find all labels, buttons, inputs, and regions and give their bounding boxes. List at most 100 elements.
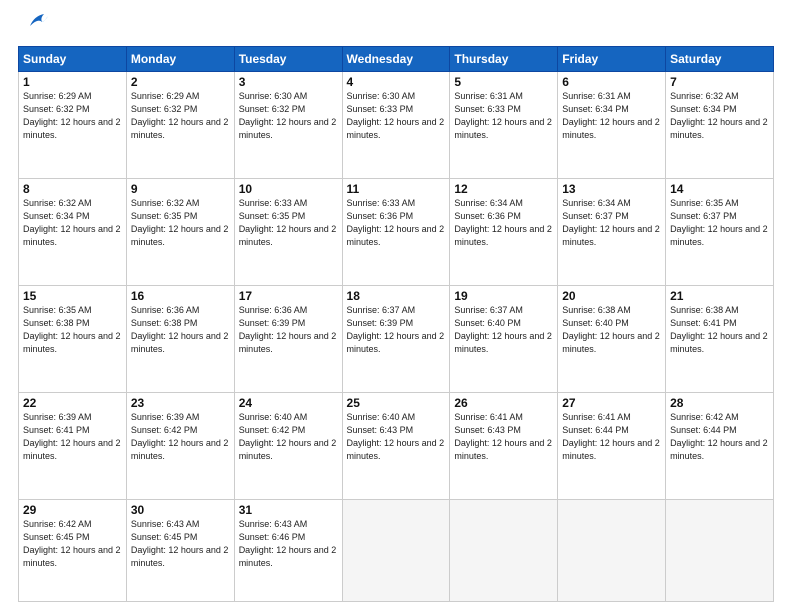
day-number: 23 [131,396,230,410]
table-row: 18 Sunrise: 6:37 AM Sunset: 6:39 PM Dayl… [342,286,450,393]
page: SundayMondayTuesdayWednesdayThursdayFrid… [0,0,792,612]
day-number: 15 [23,289,122,303]
day-number: 26 [454,396,553,410]
col-header-saturday: Saturday [666,47,774,72]
day-number: 21 [670,289,769,303]
day-info: Sunrise: 6:33 AM Sunset: 6:35 PM Dayligh… [239,197,338,249]
day-number: 20 [562,289,661,303]
table-row: 1 Sunrise: 6:29 AM Sunset: 6:32 PM Dayli… [19,72,127,179]
table-row: 26 Sunrise: 6:41 AM Sunset: 6:43 PM Dayl… [450,393,558,500]
day-info: Sunrise: 6:30 AM Sunset: 6:32 PM Dayligh… [239,90,338,142]
table-row: 28 Sunrise: 6:42 AM Sunset: 6:44 PM Dayl… [666,393,774,500]
day-number: 16 [131,289,230,303]
table-row: 27 Sunrise: 6:41 AM Sunset: 6:44 PM Dayl… [558,393,666,500]
day-info: Sunrise: 6:37 AM Sunset: 6:40 PM Dayligh… [454,304,553,356]
day-number: 14 [670,182,769,196]
table-row: 11 Sunrise: 6:33 AM Sunset: 6:36 PM Dayl… [342,179,450,286]
day-number: 12 [454,182,553,196]
table-row: 15 Sunrise: 6:35 AM Sunset: 6:38 PM Dayl… [19,286,127,393]
table-row [558,500,666,602]
calendar-table: SundayMondayTuesdayWednesdayThursdayFrid… [18,46,774,602]
day-info: Sunrise: 6:40 AM Sunset: 6:43 PM Dayligh… [347,411,446,463]
table-row: 3 Sunrise: 6:30 AM Sunset: 6:32 PM Dayli… [234,72,342,179]
day-info: Sunrise: 6:29 AM Sunset: 6:32 PM Dayligh… [131,90,230,142]
day-info: Sunrise: 6:42 AM Sunset: 6:45 PM Dayligh… [23,518,122,570]
day-info: Sunrise: 6:29 AM Sunset: 6:32 PM Dayligh… [23,90,122,142]
col-header-wednesday: Wednesday [342,47,450,72]
table-row: 2 Sunrise: 6:29 AM Sunset: 6:32 PM Dayli… [126,72,234,179]
table-row: 31 Sunrise: 6:43 AM Sunset: 6:46 PM Dayl… [234,500,342,602]
col-header-sunday: Sunday [19,47,127,72]
day-info: Sunrise: 6:41 AM Sunset: 6:44 PM Dayligh… [562,411,661,463]
day-number: 29 [23,503,122,517]
table-row: 22 Sunrise: 6:39 AM Sunset: 6:41 PM Dayl… [19,393,127,500]
table-row: 13 Sunrise: 6:34 AM Sunset: 6:37 PM Dayl… [558,179,666,286]
day-number: 27 [562,396,661,410]
logo-bird-icon [22,8,50,36]
day-number: 13 [562,182,661,196]
table-row: 24 Sunrise: 6:40 AM Sunset: 6:42 PM Dayl… [234,393,342,500]
day-number: 8 [23,182,122,196]
table-row: 25 Sunrise: 6:40 AM Sunset: 6:43 PM Dayl… [342,393,450,500]
day-info: Sunrise: 6:31 AM Sunset: 6:34 PM Dayligh… [562,90,661,142]
day-number: 4 [347,75,446,89]
day-info: Sunrise: 6:32 AM Sunset: 6:35 PM Dayligh… [131,197,230,249]
day-number: 28 [670,396,769,410]
table-row: 29 Sunrise: 6:42 AM Sunset: 6:45 PM Dayl… [19,500,127,602]
day-info: Sunrise: 6:35 AM Sunset: 6:37 PM Dayligh… [670,197,769,249]
table-row: 16 Sunrise: 6:36 AM Sunset: 6:38 PM Dayl… [126,286,234,393]
day-info: Sunrise: 6:41 AM Sunset: 6:43 PM Dayligh… [454,411,553,463]
table-row [450,500,558,602]
header [18,18,774,36]
calendar-week-4: 22 Sunrise: 6:39 AM Sunset: 6:41 PM Dayl… [19,393,774,500]
day-number: 31 [239,503,338,517]
day-number: 19 [454,289,553,303]
day-info: Sunrise: 6:43 AM Sunset: 6:45 PM Dayligh… [131,518,230,570]
table-row: 8 Sunrise: 6:32 AM Sunset: 6:34 PM Dayli… [19,179,127,286]
table-row: 19 Sunrise: 6:37 AM Sunset: 6:40 PM Dayl… [450,286,558,393]
day-number: 11 [347,182,446,196]
day-info: Sunrise: 6:38 AM Sunset: 6:40 PM Dayligh… [562,304,661,356]
day-number: 1 [23,75,122,89]
col-header-friday: Friday [558,47,666,72]
calendar-week-5: 29 Sunrise: 6:42 AM Sunset: 6:45 PM Dayl… [19,500,774,602]
table-row: 17 Sunrise: 6:36 AM Sunset: 6:39 PM Dayl… [234,286,342,393]
day-number: 17 [239,289,338,303]
table-row [342,500,450,602]
day-info: Sunrise: 6:31 AM Sunset: 6:33 PM Dayligh… [454,90,553,142]
day-info: Sunrise: 6:30 AM Sunset: 6:33 PM Dayligh… [347,90,446,142]
day-info: Sunrise: 6:43 AM Sunset: 6:46 PM Dayligh… [239,518,338,570]
day-info: Sunrise: 6:36 AM Sunset: 6:38 PM Dayligh… [131,304,230,356]
day-number: 25 [347,396,446,410]
day-number: 3 [239,75,338,89]
table-row: 12 Sunrise: 6:34 AM Sunset: 6:36 PM Dayl… [450,179,558,286]
calendar-week-2: 8 Sunrise: 6:32 AM Sunset: 6:34 PM Dayli… [19,179,774,286]
table-row: 6 Sunrise: 6:31 AM Sunset: 6:34 PM Dayli… [558,72,666,179]
table-row: 9 Sunrise: 6:32 AM Sunset: 6:35 PM Dayli… [126,179,234,286]
day-info: Sunrise: 6:32 AM Sunset: 6:34 PM Dayligh… [23,197,122,249]
day-number: 9 [131,182,230,196]
day-number: 18 [347,289,446,303]
day-info: Sunrise: 6:37 AM Sunset: 6:39 PM Dayligh… [347,304,446,356]
table-row: 5 Sunrise: 6:31 AM Sunset: 6:33 PM Dayli… [450,72,558,179]
day-info: Sunrise: 6:36 AM Sunset: 6:39 PM Dayligh… [239,304,338,356]
day-number: 6 [562,75,661,89]
col-header-monday: Monday [126,47,234,72]
day-info: Sunrise: 6:42 AM Sunset: 6:44 PM Dayligh… [670,411,769,463]
day-info: Sunrise: 6:34 AM Sunset: 6:36 PM Dayligh… [454,197,553,249]
table-row: 14 Sunrise: 6:35 AM Sunset: 6:37 PM Dayl… [666,179,774,286]
day-info: Sunrise: 6:34 AM Sunset: 6:37 PM Dayligh… [562,197,661,249]
calendar-header-row: SundayMondayTuesdayWednesdayThursdayFrid… [19,47,774,72]
table-row: 30 Sunrise: 6:43 AM Sunset: 6:45 PM Dayl… [126,500,234,602]
day-info: Sunrise: 6:32 AM Sunset: 6:34 PM Dayligh… [670,90,769,142]
table-row: 4 Sunrise: 6:30 AM Sunset: 6:33 PM Dayli… [342,72,450,179]
day-info: Sunrise: 6:38 AM Sunset: 6:41 PM Dayligh… [670,304,769,356]
day-number: 10 [239,182,338,196]
day-number: 30 [131,503,230,517]
table-row: 23 Sunrise: 6:39 AM Sunset: 6:42 PM Dayl… [126,393,234,500]
day-number: 24 [239,396,338,410]
day-number: 2 [131,75,230,89]
table-row: 10 Sunrise: 6:33 AM Sunset: 6:35 PM Dayl… [234,179,342,286]
col-header-thursday: Thursday [450,47,558,72]
logo [18,18,50,36]
